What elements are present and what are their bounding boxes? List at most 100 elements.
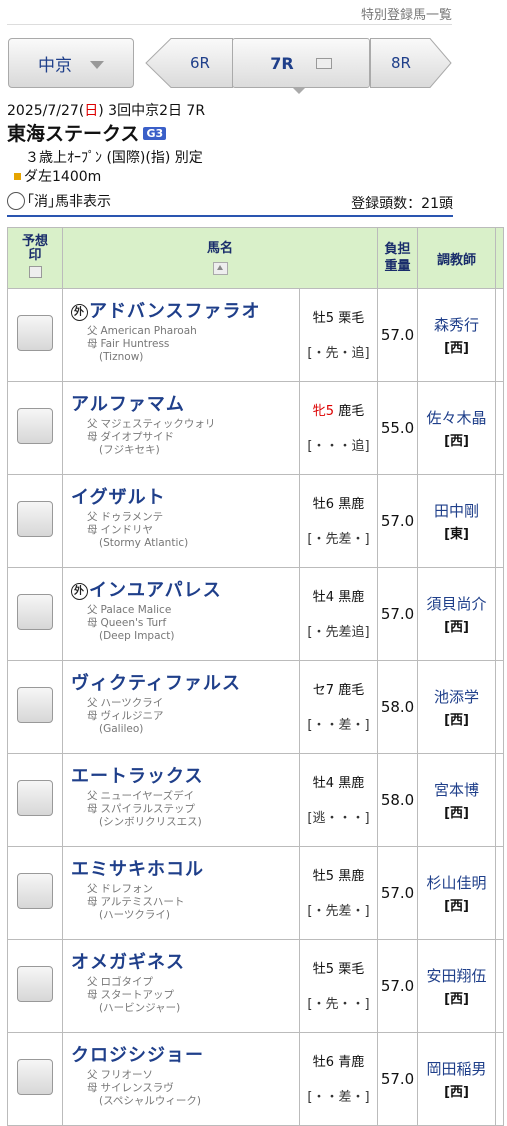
trainer-link[interactable]: 岡田稲男: [418, 1058, 495, 1079]
trainer-region: [西]: [444, 620, 469, 635]
sex-age: 牡5: [312, 961, 335, 977]
horse-name-link[interactable]: エートラックス: [71, 762, 299, 788]
sex-age: 牡5: [312, 868, 335, 884]
special-entries-link[interactable]: 特別登録馬一覧: [361, 4, 452, 23]
horse-name-link[interactable]: 外アドバンスファラオ: [71, 297, 299, 323]
running-style: [・・・追]: [307, 438, 370, 454]
running-style: [・・差・]: [307, 717, 370, 733]
tab-current-race[interactable]: 7R: [232, 38, 370, 88]
mark-checkbox[interactable]: [17, 780, 53, 816]
trainer-cell: 須貝尚介 [西]: [417, 567, 497, 661]
trainer-cell: 森秀行 [西]: [417, 288, 497, 382]
hide-scratched-label: ｢消｣馬非表示: [27, 194, 111, 210]
horse-name-link[interactable]: イグザルト: [71, 483, 299, 509]
running-style: [・先・・]: [307, 996, 370, 1012]
pedigree: 父フリオーソ 母サイレンスラヴ (スペシャルウィーク): [87, 1069, 201, 1107]
trainer-link[interactable]: 佐々木晶: [418, 407, 495, 428]
weight-cell: 57.0: [377, 567, 419, 661]
name-cell: エミサキホコル 父ドレフォン 母アルテミスハート (ハーツクライ): [62, 846, 300, 940]
pedigree: 父マジェスティックウォリ 母ダイオプサイド (フジキセキ): [87, 418, 216, 456]
sex-age: 牡4: [312, 775, 335, 791]
pedigree: 父ニューイヤーズデイ 母スパイラルステップ (シンボリクリスエス): [87, 790, 202, 828]
header-weight: 負担重量: [377, 227, 419, 289]
mark-checkbox[interactable]: [17, 408, 53, 444]
name-cell: ヴィクティファルス 父ハーツクライ 母ヴィルジニア (Galileo): [62, 660, 300, 754]
trainer-link[interactable]: 田中剛: [418, 500, 495, 521]
sex-age: 牝5: [312, 403, 335, 419]
trainer-link[interactable]: 池添学: [418, 686, 495, 707]
venue-select[interactable]: 中京: [8, 38, 134, 88]
mark-checkbox[interactable]: [17, 873, 53, 909]
trainer-cell: 田中剛 [東]: [417, 474, 497, 568]
race-distance: ダ左1400m: [14, 166, 101, 186]
coat: 黒鹿: [338, 589, 365, 605]
sex-age-cell: 牡6 青鹿 [・・差・]: [298, 1032, 379, 1126]
horse-name-link[interactable]: エミサキホコル: [71, 855, 299, 881]
horse-name-link[interactable]: 外インユアパレス: [71, 576, 299, 602]
foreign-badge: 外: [71, 583, 88, 600]
trainer-cell: 安田翔伍 [西]: [417, 939, 497, 1033]
sex-age-cell: 牝5 鹿毛 [・・・追]: [298, 381, 379, 475]
sex-age: 牡4: [312, 589, 335, 605]
sort-up-icon[interactable]: [212, 262, 228, 275]
trainer-region: [西]: [444, 341, 469, 356]
sex-age-cell: 牡5 黒鹿 [・先差・]: [298, 846, 379, 940]
table-row: エートラックス 父ニューイヤーズデイ 母スパイラルステップ (シンボリクリスエス…: [7, 753, 505, 847]
trainer-region: [西]: [444, 806, 469, 821]
race-title: 東海ステークス G3: [7, 119, 167, 146]
track-marker-icon: [14, 173, 21, 180]
grade-badge: G3: [143, 127, 167, 140]
registration-count: 登録頭数：21頭: [351, 196, 453, 212]
window-icon: [315, 57, 332, 69]
mark-cell: [7, 1032, 63, 1126]
mark-checkbox[interactable]: [17, 315, 53, 351]
trainer-region: [西]: [444, 992, 469, 1007]
horse-name-link[interactable]: オメガギネス: [71, 948, 299, 974]
mark-cell: [7, 939, 63, 1033]
trainer-link[interactable]: 安田翔伍: [418, 965, 495, 986]
name-cell: クロジシジョー 父フリオーソ 母サイレンスラヴ (スペシャルウィーク): [62, 1032, 300, 1126]
coat: 青鹿: [338, 1054, 365, 1070]
chevron-down-icon: [90, 60, 104, 69]
horse-name-link[interactable]: アルファマム: [71, 390, 299, 416]
mark-menu-icon[interactable]: [28, 265, 42, 278]
running-style: [・先差追]: [307, 624, 370, 640]
running-style: [・先・追]: [307, 345, 370, 361]
name-cell: イグザルト 父ドゥラメンテ 母インドリヤ (Stormy Atlantic): [62, 474, 300, 568]
mark-checkbox[interactable]: [17, 966, 53, 1002]
trainer-cell: 池添学 [西]: [417, 660, 497, 754]
sex-age-cell: 牡4 黒鹿 [・先差追]: [298, 567, 379, 661]
sex-age-cell: 牡5 栗毛 [・先・追]: [298, 288, 379, 382]
pedigree: 父ドゥラメンテ 母インドリヤ (Stormy Atlantic): [87, 511, 189, 549]
tab-prev-race[interactable]: 6R: [168, 38, 232, 88]
mark-cell: [7, 288, 63, 382]
sex-age: セ7: [312, 682, 335, 698]
mark-cell: [7, 567, 63, 661]
table-row: 外アドバンスファラオ 父 American Pharoah 母 Fair Huntr…: [7, 288, 505, 382]
sex-age-cell: 牡6 黒鹿 [・先差・]: [298, 474, 379, 568]
horse-name-link[interactable]: ヴィクティファルス: [71, 669, 299, 695]
foreign-badge: 外: [71, 304, 88, 321]
name-cell: 外インユアパレス 父 Palace Malice 母 Queen's Turf (D…: [62, 567, 300, 661]
trainer-link[interactable]: 須貝尚介: [418, 593, 495, 614]
mark-checkbox[interactable]: [17, 501, 53, 537]
name-cell: 外アドバンスファラオ 父 American Pharoah 母 Fair Huntr…: [62, 288, 300, 382]
weight-cell: 58.0: [377, 660, 419, 754]
trainer-link[interactable]: 宮本博: [418, 779, 495, 800]
table-row: アルファマム 父マジェスティックウォリ 母ダイオプサイド (フジキセキ) 牝5 …: [7, 381, 505, 475]
name-cell: オメガギネス 父ロゴタイプ 母スタートアップ (ハービンジャー): [62, 939, 300, 1033]
weight-cell: 57.0: [377, 288, 419, 382]
trainer-link[interactable]: 杉山佳明: [418, 872, 495, 893]
hide-scratched-toggle[interactable]: [7, 192, 25, 210]
current-race-label: 7R: [270, 53, 294, 73]
mark-checkbox[interactable]: [17, 687, 53, 723]
header-trainer: 調教師: [417, 227, 497, 289]
horse-name-link[interactable]: クロジシジョー: [71, 1041, 299, 1067]
trainer-link[interactable]: 森秀行: [418, 314, 495, 335]
mark-checkbox[interactable]: [17, 594, 53, 630]
mark-checkbox[interactable]: [17, 1059, 53, 1095]
pedigree: 父ドレフォン 母アルテミスハート (ハーツクライ): [87, 883, 185, 921]
weight-cell: 57.0: [377, 939, 419, 1033]
tab-next-race[interactable]: 8R: [370, 38, 432, 88]
trainer-region: [西]: [444, 434, 469, 449]
